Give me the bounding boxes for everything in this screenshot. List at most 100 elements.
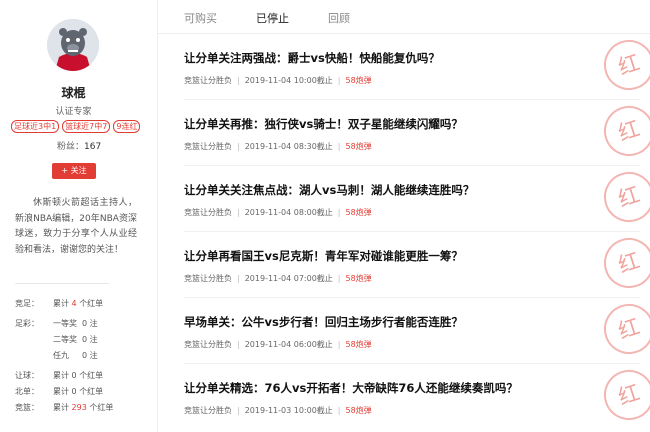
stat-value: 0 注 <box>82 316 98 332</box>
article-item[interactable]: 让分单再看国王vs尼克斯！青年军对碰谁能更胜一筹？ 竞篮让分胜负 | 2019-11… <box>158 231 650 298</box>
stat-sub: 一等奖 <box>53 319 77 328</box>
tab-purchasable[interactable]: 可购买 <box>184 10 217 26</box>
stat-row: 任九 0 注 <box>15 348 145 364</box>
fans-label: 粉丝： <box>57 142 85 152</box>
stat-label: 竞篮： <box>15 403 39 412</box>
stat-pre: 累计 <box>53 299 69 308</box>
stat-row: 竞足： 累计 4 个红单 <box>15 296 145 312</box>
article-meta: 竞篮让分胜负 | 2019-11-04 07:00截止 | 58炮弹 <box>184 274 372 283</box>
stat-row: 让球： 累计 0 个红单 <box>15 368 145 384</box>
article-price: 58炮弹 <box>345 406 372 415</box>
user-role: 认证专家 <box>55 107 92 117</box>
article-deadline: 2019-11-04 07:00截止 <box>244 274 333 283</box>
stat-number: 0 <box>82 351 88 360</box>
red-result-stamp-icon: 红 <box>597 363 650 427</box>
article-category: 竞篮让分胜负 <box>184 406 232 415</box>
user-bio: 休斯顿火箭超话主持人，新浪NBA编辑，20年NBA资深球迷，致力于分享个人从业经… <box>15 198 137 255</box>
profile-sidebar: 球棍 认证专家 足球近3中1 篮球近7中7 9连红 粉丝：167 + 关注 休斯… <box>0 0 157 432</box>
fans-count: 粉丝：167 <box>57 139 101 152</box>
stat-label: 足彩： <box>15 319 39 328</box>
stat-value: 累计 0 个红单 <box>53 368 103 384</box>
article-category: 竞篮让分胜负 <box>184 76 232 85</box>
stat-post: 个红单 <box>79 299 104 308</box>
article-deadline: 2019-11-03 10:00截止 <box>244 406 333 415</box>
stat-value: 0 注 <box>82 348 98 364</box>
article-item[interactable]: 早场单关：公牛vs步行者！回归主场步行者能否连胜？ 竞篮让分胜负 | 2019-11… <box>158 297 650 364</box>
article-price: 58炮弹 <box>345 76 372 85</box>
stat-post: 个红单 <box>89 403 114 412</box>
article-item[interactable]: 让分单关精选：76人vs开拓者！大帝缺阵76人还能继续奏凯吗？ 竞篮让分胜负 | 2… <box>158 363 650 430</box>
article-price: 58炮弹 <box>345 340 372 349</box>
mascot-avatar-icon <box>47 19 99 71</box>
stat-row: 足彩： 一等奖 0 注 <box>15 316 145 332</box>
red-result-stamp-icon: 红 <box>597 297 650 361</box>
article-item[interactable]: 让分单关关注焦点战：湖人vs马刺！湖人能继续连胜吗？ 竞篮让分胜负 | 2019-1… <box>158 165 650 232</box>
stat-row: 二等奖 0 注 <box>15 332 145 348</box>
article-item[interactable]: 让分单关再推：独行侠vs骑士！双子星能继续闪耀吗？ 竞篮让分胜负 | 2019-11… <box>158 99 650 166</box>
article-meta: 竞篮让分胜负 | 2019-11-04 08:00截止 | 58炮弹 <box>184 208 372 217</box>
stat-pre: 累计 <box>53 387 69 396</box>
stat-number: 0 <box>82 335 88 344</box>
article-meta: 竞篮让分胜负 | 2019-11-04 10:00截止 | 58炮弹 <box>184 76 372 85</box>
stat-value: 累计 4 个红单 <box>53 296 103 312</box>
article-meta: 竞篮让分胜负 | 2019-11-04 06:00截止 | 58炮弹 <box>184 340 372 349</box>
stat-label <box>15 348 53 364</box>
article-deadline: 2019-11-04 10:00截止 <box>244 76 333 85</box>
stat-number: 0 <box>71 371 77 380</box>
tab-review[interactable]: 回顾 <box>328 10 350 26</box>
red-result-stamp-icon: 红 <box>597 231 650 295</box>
stat-number: 0 <box>82 319 88 328</box>
article-category: 竞篮让分胜负 <box>184 208 232 217</box>
article-title[interactable]: 让分单关注两强战：爵士vs快船！快船能复仇吗？ <box>184 50 440 66</box>
stat-label: 北单： <box>15 387 39 396</box>
stat-number: 4 <box>71 299 77 308</box>
article-meta: 竞篮让分胜负 | 2019-11-03 10:00截止 | 58炮弹 <box>184 406 372 415</box>
article-meta: 竞篮让分胜负 | 2019-11-04 08:30截止 | 58炮弹 <box>184 142 372 151</box>
stat-pre: 累计 <box>53 371 69 380</box>
stat-number: 293 <box>71 403 87 412</box>
article-deadline: 2019-11-04 08:30截止 <box>244 142 333 151</box>
red-result-stamp-icon: 红 <box>597 99 650 163</box>
record-badges: 足球近3中1 篮球近7中7 9连红 <box>11 120 141 133</box>
stat-number: 0 <box>71 387 77 396</box>
article-title[interactable]: 让分单关精选：76人vs开拓者！大帝缺阵76人还能继续奏凯吗？ <box>184 380 518 396</box>
stat-value: 累计 293 个红单 <box>53 400 113 416</box>
user-name: 球棍 <box>61 86 86 100</box>
stat-value: 累计 0 个红单 <box>53 384 103 400</box>
tab-stopped[interactable]: 已停止 <box>256 10 289 26</box>
record-badge: 足球近3中1 <box>11 120 60 133</box>
stat-label: 竞足： <box>15 299 39 308</box>
avatar[interactable] <box>47 19 99 71</box>
fans-number: 167 <box>84 142 102 152</box>
stat-pre: 累计 <box>53 403 69 412</box>
article-deadline: 2019-11-04 06:00截止 <box>244 340 333 349</box>
article-title[interactable]: 让分单关关注焦点战：湖人vs马刺！湖人能继续连胜吗？ <box>184 182 474 198</box>
article-item[interactable]: 让分单关注两强战：爵士vs快船！快船能复仇吗？ 竞篮让分胜负 | 2019-11-0… <box>158 33 650 100</box>
article-title[interactable]: 让分单再看国王vs尼克斯！青年军对碰谁能更胜一筹？ <box>184 248 463 264</box>
stat-post: 个红单 <box>79 371 104 380</box>
tab-bar: 可购买 已停止 回顾 <box>158 0 650 34</box>
article-price: 58炮弹 <box>345 274 372 283</box>
stat-row: 竞篮： 累计 293 个红单 <box>15 400 145 416</box>
divider <box>15 283 109 284</box>
stat-post: 注 <box>89 319 98 328</box>
article-price: 58炮弹 <box>345 142 372 151</box>
red-result-stamp-icon: 红 <box>597 165 650 229</box>
follow-button[interactable]: + 关注 <box>52 163 96 179</box>
article-category: 竞篮让分胜负 <box>184 142 232 151</box>
stat-row: 北单： 累计 0 个红单 <box>15 384 145 400</box>
stat-label <box>15 332 53 348</box>
article-title[interactable]: 让分单关再推：独行侠vs骑士！双子星能继续闪耀吗？ <box>184 116 463 132</box>
stat-value: 0 注 <box>82 332 98 348</box>
stat-post: 注 <box>89 335 98 344</box>
stat-post: 注 <box>89 351 98 360</box>
article-deadline: 2019-11-04 08:00截止 <box>244 208 333 217</box>
stat-sub: 任九 <box>53 351 69 360</box>
record-badge: 篮球近7中7 <box>62 120 111 133</box>
stat-label: 让球： <box>15 371 39 380</box>
stat-sub: 二等奖 <box>53 335 77 344</box>
article-price: 58炮弹 <box>345 208 372 217</box>
stats-list: 竞足： 累计 4 个红单 足彩： 一等奖 0 注 二等奖 0 注 任九 0 注 … <box>15 296 145 416</box>
article-category: 竞篮让分胜负 <box>184 340 232 349</box>
article-title[interactable]: 早场单关：公牛vs步行者！回归主场步行者能否连胜？ <box>184 314 463 330</box>
